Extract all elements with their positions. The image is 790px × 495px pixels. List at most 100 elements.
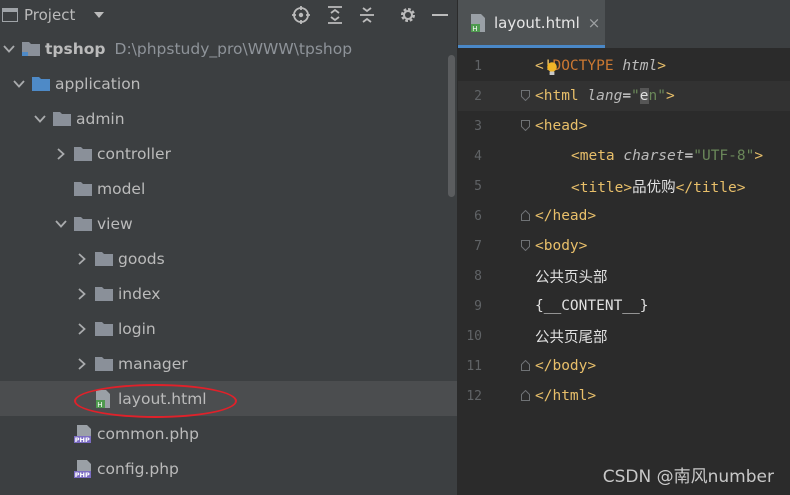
code-text[interactable]: <html lang="en"> (535, 88, 675, 104)
collapse-all-icon[interactable] (356, 4, 378, 26)
expand-all-icon[interactable] (324, 4, 346, 26)
tree-item-label: view (97, 214, 133, 233)
watermark: CSDN @南风number (602, 467, 774, 487)
code-text[interactable]: <meta charset="UTF-8"> (571, 148, 763, 164)
line-number[interactable]: 7 (458, 239, 482, 254)
fold-marker-icon[interactable] (521, 390, 530, 401)
code-token: 品优购 (632, 179, 676, 196)
chevron-down-icon[interactable] (54, 217, 68, 231)
chevron-down-icon[interactable] (93, 11, 105, 19)
line-number[interactable]: 1 (458, 59, 482, 74)
code-token: > (623, 179, 633, 196)
code-line[interactable]: 5 <title>品优购</title> (458, 171, 790, 201)
code-line[interactable]: 12 </html> (458, 381, 790, 411)
minimize-icon[interactable] (429, 4, 451, 26)
tree-root-tpshop[interactable]: tpshop D:\phpstudy_pro\WWW\tpshop (0, 31, 457, 66)
line-number[interactable]: 2 (458, 89, 482, 104)
code-token: 公共页头部 (535, 269, 608, 286)
code-line[interactable]: 8 公共页头部 (458, 261, 790, 291)
code-token: html (622, 58, 658, 74)
code-text[interactable]: {__CONTENT__} (535, 298, 649, 314)
code-text[interactable]: <body> (535, 238, 587, 254)
tree-item-controller[interactable]: controller (0, 136, 457, 171)
code-line[interactable]: 4 <meta charset="UTF-8"> (458, 141, 790, 171)
code-token: DOCTYPE (552, 58, 623, 74)
red-annotation-circle (74, 384, 237, 418)
code-editor[interactable]: H layout.html × 1 <!DOCTYPE html> 2 <html l… (458, 0, 790, 495)
tree-item-model[interactable]: model (0, 171, 457, 206)
code-token: charset (623, 148, 685, 164)
chevron-right-icon[interactable] (75, 252, 89, 266)
code-token: </ (535, 388, 553, 404)
close-icon[interactable]: × (588, 14, 601, 32)
tree-item-admin[interactable]: admin (0, 101, 457, 136)
code-line[interactable]: 2 <html lang="en"> (458, 81, 790, 111)
code-line[interactable]: 1 <!DOCTYPE html> (458, 51, 790, 81)
code-text[interactable]: <title>品优购</title> (571, 176, 745, 197)
fold-marker-icon[interactable] (521, 240, 530, 251)
code-token: > (587, 358, 597, 374)
tree-item-config-php[interactable]: PHP config.php (0, 451, 457, 486)
code-line[interactable]: 11 </body> (458, 351, 790, 381)
tree-scrollbar[interactable] (448, 55, 455, 197)
chevron-right-icon[interactable] (75, 357, 89, 371)
tree-item-label: model (97, 179, 146, 198)
tree-item-application[interactable]: application (0, 66, 457, 101)
project-folder-icon (22, 41, 40, 56)
line-number[interactable]: 6 (458, 209, 482, 224)
line-number[interactable]: 4 (458, 149, 482, 164)
code-line[interactable]: 10 公共页尾部 (458, 321, 790, 351)
chevron-down-icon[interactable] (33, 112, 47, 126)
code-token: "UTF-8" (693, 148, 755, 164)
code-text[interactable]: </head> (535, 208, 596, 224)
project-panel: Project tpshop D:\phpstudy_pro\WWW\tpsho… (0, 0, 457, 495)
line-number[interactable]: 5 (458, 179, 482, 194)
code-token: > (587, 208, 597, 224)
tree-root-name: tpshop (45, 39, 106, 58)
code-text[interactable]: 公共页头部 (535, 266, 608, 287)
folder-icon (53, 111, 71, 126)
project-panel-title: Project (24, 6, 76, 24)
tree-item-label: common.php (97, 424, 199, 443)
line-number[interactable]: 12 (458, 389, 482, 404)
lightbulb-icon[interactable] (546, 62, 558, 76)
gear-icon[interactable] (397, 4, 419, 26)
code-line[interactable]: 7 <body> (458, 231, 790, 261)
tree-item-login[interactable]: login (0, 311, 457, 346)
chevron-right-icon[interactable] (75, 287, 89, 301)
folder-icon (74, 216, 92, 231)
code-text[interactable]: </html> (535, 388, 596, 404)
line-number[interactable]: 3 (458, 119, 482, 134)
code-line[interactable]: 9 {__CONTENT__} (458, 291, 790, 321)
chevron-down-icon[interactable] (12, 77, 26, 91)
code-line[interactable]: 6 </head> (458, 201, 790, 231)
line-number[interactable]: 9 (458, 299, 482, 314)
chevron-right-icon[interactable] (75, 322, 89, 336)
code-token: e (639, 88, 649, 104)
tree-item-common-php[interactable]: PHP common.php (0, 416, 457, 451)
code-token: < (571, 148, 580, 164)
code-token: {__CONTENT__} (535, 298, 649, 314)
chevron-right-icon[interactable] (54, 147, 68, 161)
tab-layout-html[interactable]: H layout.html × (458, 0, 605, 48)
code-text[interactable]: </body> (535, 358, 596, 374)
fold-marker-icon[interactable] (521, 210, 530, 221)
line-number[interactable]: 10 (458, 329, 482, 344)
tree-item-view[interactable]: view (0, 206, 457, 241)
line-number[interactable]: 8 (458, 269, 482, 284)
code-text[interactable]: <head> (535, 118, 587, 134)
fold-marker-icon[interactable] (521, 90, 530, 101)
tree-item-goods[interactable]: goods (0, 241, 457, 276)
fold-marker-icon[interactable] (521, 360, 530, 371)
tree-item-label: config.php (97, 459, 179, 478)
crosshair-icon[interactable] (290, 4, 312, 26)
tree-item-index[interactable]: index (0, 276, 457, 311)
code-line[interactable]: 3 <head> (458, 111, 790, 141)
fold-marker-icon[interactable] (521, 120, 530, 131)
tree-item-manager[interactable]: manager (0, 346, 457, 381)
project-view-selector[interactable]: Project (2, 6, 105, 24)
line-number[interactable]: 11 (458, 359, 482, 374)
code-token: lang (587, 88, 623, 104)
chevron-down-icon[interactable] (2, 42, 16, 56)
code-text[interactable]: 公共页尾部 (535, 326, 608, 347)
